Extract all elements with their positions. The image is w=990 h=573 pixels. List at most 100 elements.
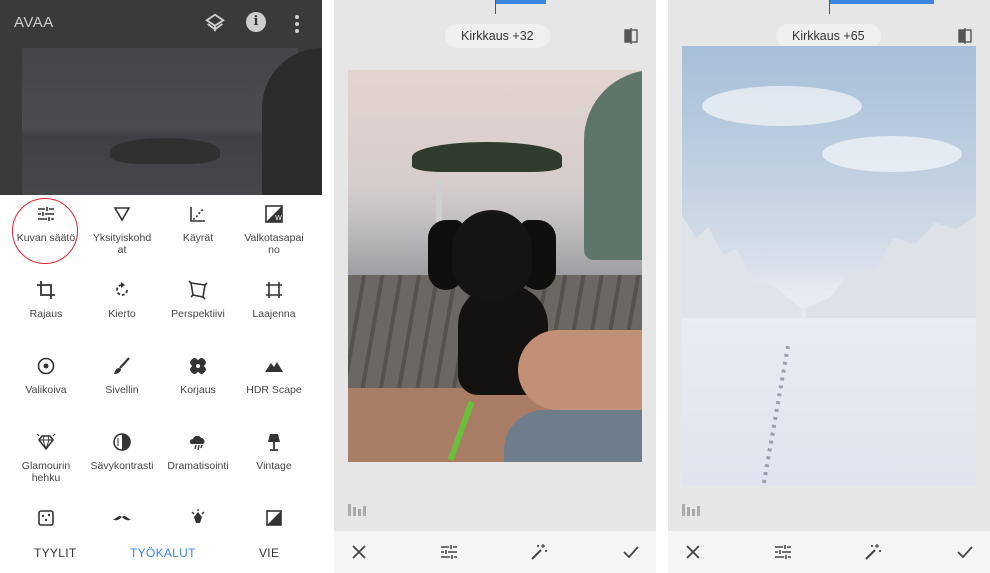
tool-label: HDR Scape xyxy=(246,384,302,396)
grunge-icon xyxy=(38,510,54,526)
magic-wand-icon[interactable] xyxy=(864,543,882,561)
info-icon[interactable]: i xyxy=(246,12,266,32)
tool-label-line: no xyxy=(268,244,280,256)
tool-label: Kierto xyxy=(108,308,136,320)
slider-indicator[interactable] xyxy=(830,0,934,4)
tune-icon xyxy=(38,207,54,221)
photo-dog xyxy=(348,70,642,462)
slider-needle xyxy=(829,0,830,14)
perspective-icon xyxy=(188,280,208,300)
tool-vintage[interactable]: Vintage xyxy=(236,428,312,500)
tool-brush[interactable]: Sivellin xyxy=(84,352,160,424)
photo-preview xyxy=(22,48,298,195)
image-preview-area: AVAA i xyxy=(0,0,322,195)
details-triangle-icon xyxy=(113,207,131,222)
tool-label: Glamourin hehku xyxy=(8,460,84,484)
photo-island xyxy=(412,142,562,172)
tool-perspective[interactable]: Perspektiivi xyxy=(160,276,236,348)
editor-action-bar xyxy=(668,531,990,573)
tool-healing[interactable]: Korjaus xyxy=(160,352,236,424)
editor-action-bar xyxy=(334,531,656,573)
tool-crop[interactable]: Rajaus xyxy=(8,276,84,348)
mountains-icon xyxy=(265,362,283,372)
lamp-icon xyxy=(268,434,280,451)
slider-indicator[interactable] xyxy=(496,0,546,4)
tool-white-balance[interactable]: W Valkotasapai no xyxy=(236,200,312,272)
tool-label: Sivellin xyxy=(105,384,139,396)
mustache-icon xyxy=(113,516,131,521)
check-icon[interactable] xyxy=(956,543,974,561)
tools-panel: AVAA i Kuvan säätö Yksityiskohd at Käyrä… xyxy=(0,0,322,573)
bottom-tab-bar: TYYLIT TYÖKALUT VIE xyxy=(0,530,322,573)
tool-hdr-scape[interactable]: HDR Scape xyxy=(236,352,312,424)
tool-label: Laajenna xyxy=(252,308,296,320)
tab-styles[interactable]: TYYLIT xyxy=(34,546,76,560)
tool-label-line: Yksityiskohd xyxy=(92,232,152,244)
diamond-icon xyxy=(36,433,56,451)
adjustment-label: Kirkkaus +32 xyxy=(445,24,550,48)
cloud-icon xyxy=(189,435,205,451)
check-icon[interactable] xyxy=(622,543,640,561)
tool-details[interactable]: Yksityiskohd at xyxy=(84,200,160,272)
tool-label: Kuvan säätö xyxy=(16,232,76,244)
layers-icon[interactable] xyxy=(204,12,226,34)
brush-icon xyxy=(114,357,130,374)
tool-label: Korjaus xyxy=(180,384,216,396)
curves-icon xyxy=(190,207,205,222)
tool-curves[interactable]: Käyrät xyxy=(160,200,236,272)
adjustment-label: Kirkkaus +65 xyxy=(776,24,881,48)
photo-snow-field xyxy=(682,46,976,486)
tool-label: Valkotasapai no xyxy=(236,232,312,256)
rotate-icon xyxy=(116,282,128,296)
tool-label: Dramatisointi xyxy=(167,460,229,472)
histogram-icon[interactable] xyxy=(682,502,700,516)
tool-expand[interactable]: Laajenna xyxy=(236,276,312,348)
tool-glamour-glow[interactable]: Glamourin hehku xyxy=(8,428,84,500)
more-vert-icon[interactable] xyxy=(292,14,302,34)
white-balance-icon: W xyxy=(265,205,283,223)
tab-export[interactable]: VIE xyxy=(259,546,279,560)
photo-cloud xyxy=(702,86,862,126)
retrolux-icon xyxy=(191,509,205,523)
photo-arm xyxy=(518,330,642,410)
tonal-contrast-icon xyxy=(113,433,131,451)
tool-label: Yksityiskohd at xyxy=(84,232,160,256)
magic-wand-icon[interactable] xyxy=(530,543,548,561)
tool-label: Valikoiva xyxy=(25,384,67,396)
tool-label: Perspektiivi xyxy=(171,308,225,320)
close-icon[interactable] xyxy=(350,543,368,561)
tool-label: Sävykontrasti xyxy=(90,460,154,472)
tool-label: Rajaus xyxy=(29,308,63,320)
tool-label-line: at xyxy=(117,244,127,256)
photo-person xyxy=(584,70,642,260)
slider-needle xyxy=(495,0,496,14)
photo-snow xyxy=(682,318,976,486)
tool-label: Käyrät xyxy=(182,232,214,244)
tool-rotate[interactable]: Kierto xyxy=(84,276,160,348)
compare-icon[interactable] xyxy=(958,28,974,44)
photo-dog-head xyxy=(452,210,532,300)
tool-label-line: hehku xyxy=(31,472,61,484)
svg-text:W: W xyxy=(275,214,282,222)
tool-selective[interactable]: Valikoiva xyxy=(8,352,84,424)
tool-drama[interactable]: Dramatisointi xyxy=(160,428,236,500)
compare-icon[interactable] xyxy=(624,28,640,44)
histogram-icon[interactable] xyxy=(348,502,366,516)
tool-label-line: Valkotasapai xyxy=(244,232,304,244)
open-button[interactable]: AVAA xyxy=(14,14,54,31)
photo-jeans xyxy=(504,410,642,462)
editor-panel-brightness-65: Kirkkaus +65 xyxy=(668,0,990,573)
tab-tools[interactable]: TYÖKALUT xyxy=(130,546,196,560)
tune-icon[interactable] xyxy=(774,543,792,561)
tune-icon[interactable] xyxy=(440,543,458,561)
tool-tonal-contrast[interactable]: Sävykontrasti xyxy=(84,428,160,500)
healing-icon xyxy=(190,358,206,374)
noir-icon xyxy=(266,510,282,526)
close-icon[interactable] xyxy=(684,543,702,561)
tool-label: Vintage xyxy=(256,460,292,472)
crop-icon xyxy=(37,281,55,299)
editor-panel-brightness-32: Kirkkaus +32 xyxy=(334,0,656,573)
tool-label-line: Glamourin xyxy=(21,460,71,472)
tool-tune-image[interactable]: Kuvan säätö xyxy=(8,200,84,272)
expand-icon xyxy=(266,282,282,298)
